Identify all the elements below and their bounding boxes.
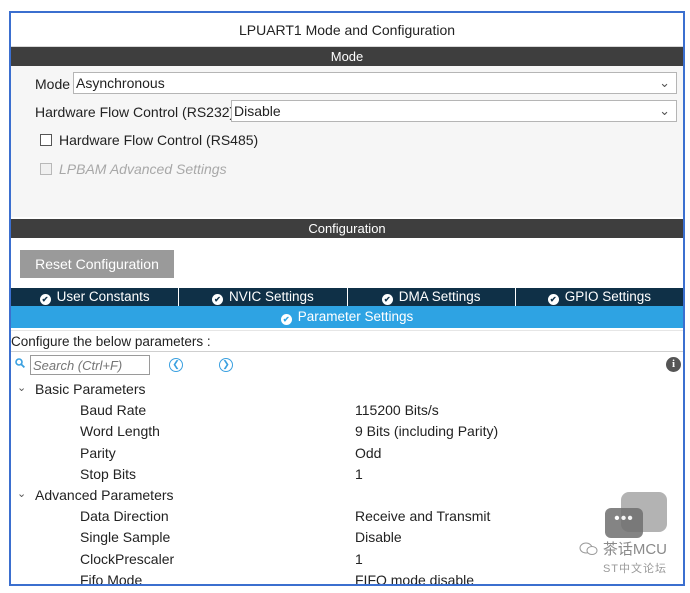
param-stop-bits[interactable]: Stop Bits 1 [11,463,683,484]
chevron-down-icon[interactable]: ⌄ [17,381,26,394]
tab-label: Parameter Settings [297,309,414,324]
tab-label: User Constants [56,289,150,304]
param-name: Baud Rate [80,402,147,418]
lpbam-checkbox [40,163,52,175]
search-icon [15,358,25,368]
param-name: Parity [80,444,116,461]
search-input[interactable] [30,355,150,375]
previous-result-icon[interactable]: ❮ [169,358,183,372]
flow-rs232-label: Hardware Flow Control (RS232) [35,104,235,120]
param-value[interactable]: Disable [355,529,402,545]
check-circle-icon: ✔ [39,294,51,305]
param-value[interactable]: 9 Bits (including Parity) [355,423,498,439]
lpbam-row: LPBAM Advanced Settings [11,155,683,184]
param-value[interactable]: 115200 Bits/s [355,402,439,418]
param-value[interactable]: Odd [355,445,381,461]
group-label: Basic Parameters [35,381,146,397]
flow-rs232-row: Hardware Flow Control (RS232) Disable ⌄ [11,98,683,126]
mode-row: Mode Asynchronous ⌄ [11,70,683,98]
tab-user-constants[interactable]: ✔ User Constants [11,288,180,306]
watermark-sub: ST中文论坛 [602,563,667,575]
reset-configuration-button[interactable]: Reset Configuration [20,250,174,278]
param-value[interactable]: 1 [355,466,363,482]
flow-rs232-value: Disable [234,103,281,119]
check-circle-icon: ✔ [547,294,559,305]
info-icon[interactable]: i [666,357,681,372]
watermark-text: 茶话MCU [579,538,667,559]
group-label: Advanced Parameters [35,487,174,504]
param-name: Data Direction [80,508,169,525]
param-name: Word Length [80,423,160,440]
check-circle-icon: ✔ [211,294,223,305]
param-parity[interactable]: Parity Odd [11,442,683,463]
flow-rs232-select[interactable]: Disable ⌄ [231,100,677,122]
tab-parameter-settings[interactable]: ✔ Parameter Settings [11,306,683,328]
check-circle-icon: ✔ [280,314,292,325]
param-baud-rate[interactable]: Baud Rate 115200 Bits/s [11,399,683,420]
param-name: Fifo Mode [80,572,143,586]
settings-tabs: ✔ User Constants ✔ NVIC Settings ✔ DMA Sett… [11,288,683,306]
param-name: Single Sample [80,529,171,546]
param-value[interactable]: 1 [355,551,363,567]
chat-dots-icon: ••• [605,508,643,538]
param-word-length[interactable]: Word Length 9 Bits (including Parity) [11,420,683,441]
chevron-down-icon: ⌄ [659,103,670,118]
mode-section-header: Mode [11,47,683,66]
group-basic-parameters[interactable]: ⌄ Basic Parameters [11,378,683,399]
param-name: ClockPrescaler [80,550,175,567]
tab-label: DMA Settings [398,289,481,304]
configure-instructions: Configure the below parameters : [11,330,683,352]
wechat-icon [579,542,598,555]
tab-nvic-settings[interactable]: ✔ NVIC Settings [179,288,348,306]
lpuart1-config-window: LPUART1 Mode and Configuration Mode Mode… [9,11,685,586]
mode-panel: Mode Asynchronous ⌄ Hardware Flow Contro… [11,66,683,217]
next-result-icon[interactable]: ❯ [219,358,233,372]
chevron-down-icon[interactable]: ⌄ [17,487,26,500]
configuration-section-header: Configuration [11,219,683,238]
mode-select[interactable]: Asynchronous ⌄ [73,72,677,94]
flow-rs485-row: Hardware Flow Control (RS485) [11,126,683,155]
watermark: ••• 茶话MCU ST中文论坛 [527,492,677,582]
flow-rs485-label: Hardware Flow Control (RS485) [59,132,259,148]
mode-label: Mode [35,76,71,92]
param-value[interactable]: FIFO mode disable [355,572,474,584]
check-circle-icon: ✔ [381,294,393,305]
watermark-label: 茶话MCU [602,541,667,558]
param-name: Stop Bits [80,465,137,482]
tab-label: NVIC Settings [228,289,314,304]
tab-gpio-settings[interactable]: ✔ GPIO Settings [516,288,683,306]
mode-select-value: Asynchronous [76,75,165,91]
search-row: ❮ ❯ i [11,352,683,378]
param-value[interactable]: Receive and Transmit [355,508,490,524]
window-title: LPUART1 Mode and Configuration [11,13,683,47]
tab-dma-settings[interactable]: ✔ DMA Settings [348,288,516,306]
lpbam-label: LPBAM Advanced Settings [59,161,227,177]
tab-label: GPIO Settings [564,289,652,304]
flow-rs485-checkbox[interactable] [40,134,52,146]
chevron-down-icon: ⌄ [659,75,670,90]
